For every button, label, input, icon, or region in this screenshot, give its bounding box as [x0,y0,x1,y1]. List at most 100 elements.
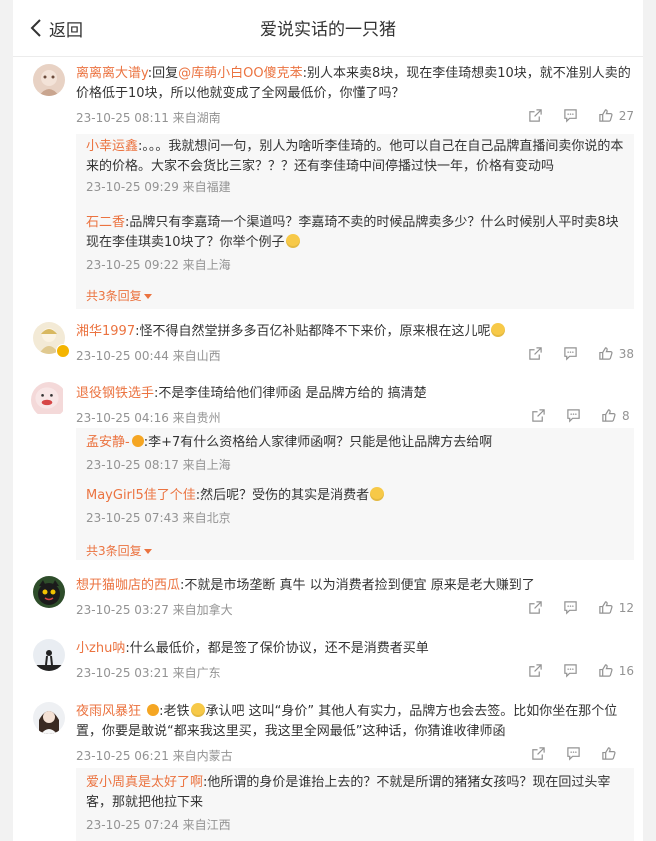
like-count: 27 [618,108,634,123]
comment-actions: 8 [511,408,634,423]
like-count: 12 [618,600,634,615]
caret-down-icon [143,549,152,554]
comment-icon [563,664,577,678]
comment-text: 离离离大谱y:回复@库萌小白OO傻克苯:别人本来卖8块，现在李佳琦想卖10块，就… [76,64,634,104]
comment-icon [567,747,580,761]
share-button[interactable] [528,108,543,123]
username-link[interactable]: 石二香 [86,215,125,230]
like-count: 38 [618,346,634,361]
comment-button[interactable] [563,663,578,678]
reply-item: 小幸运鑫:。。。我就想问一句，别人为啥听李佳琦的。他可以自己在自己品牌直播间卖你… [86,137,624,197]
share-button[interactable] [528,346,543,361]
username-link[interactable]: 小zhu呐 [76,641,125,656]
more-replies-link[interactable]: 共3条回复 [86,542,152,559]
comment-body: :什么最低价，都是签了保价协议，还不是消费者买单 [125,641,429,656]
share-icon [532,747,545,760]
comment-button[interactable] [563,108,578,123]
reply-box: 爱小周真是太好了啊:他所谓的身价是谁抬上去的？不就是所谓的猪猪女孩吗？现在回过头… [76,768,634,841]
comment-icon [567,409,580,423]
reply-box: 小幸运鑫:。。。我就想问一句，别人为啥听李佳琦的。他可以自己在自己品牌直播间卖你… [76,134,634,309]
reply-prefix: :回复 [147,66,179,81]
more-replies-label: 共3条回复 [86,544,142,558]
verified-badge-icon [56,344,70,358]
reply-meta: 23-10-25 07:24 来自江西 [86,818,231,832]
comment-body: :老铁 [159,704,190,719]
reply-meta: 23-10-25 07:43 来自北京 [86,511,231,525]
vip-crown-icon [131,435,144,447]
top-bar: 返回 爱说实话的一只猪 [13,0,643,57]
thumbs-up-icon [598,664,613,677]
share-icon [528,601,542,614]
comment-icon [563,347,577,361]
caret-down-icon [143,294,152,299]
like-button[interactable]: 38 [598,346,634,361]
username-link[interactable]: 想开猫咖店的西瓜 [76,578,180,593]
comment-item: 离离离大谱y:回复@库萌小白OO傻克苯:别人本来卖8块，现在李佳琦想卖10块，就… [13,64,643,134]
thumbs-up-icon [598,347,613,360]
username-link[interactable]: MayGirl5佳了个佳 [86,488,196,503]
more-replies-link[interactable]: 共3条回复 [86,287,152,304]
share-button[interactable] [531,746,546,761]
avatar[interactable] [33,576,65,608]
comment-actions: 12 [508,600,634,615]
username-link[interactable]: 湘华1997 [76,324,135,339]
avatar[interactable] [33,64,65,96]
avatar[interactable] [33,639,65,671]
comment-actions: 16 [508,663,634,678]
comment-button[interactable] [563,600,578,615]
emoji-icon [491,323,506,337]
avatar[interactable] [33,702,65,734]
comment-button[interactable] [563,346,578,361]
comment-icon [563,601,577,615]
reply-box: 孟安静- :李+7有什么资格给人家律师函啊？只能是他让品牌方去给啊 23-10-2… [76,428,634,560]
username-link[interactable]: 小幸运鑫 [86,139,138,154]
like-button[interactable]: 16 [598,663,634,678]
comment-item: 小zhu呐:什么最低价，都是签了保价协议，还不是消费者买单 23-10-25 0… [13,639,643,683]
reply-meta: 23-10-25 08:17 来自上海 [86,458,231,472]
share-icon [528,109,542,122]
reply-meta: 23-10-25 09:29 来自福建 [86,180,231,194]
mention-link[interactable]: @库萌小白OO傻克苯 [178,66,302,81]
thumbs-up-icon [602,747,616,760]
username-link[interactable]: 夜雨风暴狂 [76,704,141,719]
page-title: 爱说实话的一只猪 [260,20,396,40]
vip-crown-icon [147,704,160,716]
reply-item: MayGirl5佳了个佳:然后呢？受伤的其实是消费者 23-10-25 07:4… [86,486,624,528]
comment-item: 湘华1997:怪不得自然堂拼多多百亿补贴都降不下来价，原来根在这儿呢 23-10… [13,322,643,366]
emoji-icon [190,703,205,717]
comment-actions [511,746,634,761]
username-link[interactable]: 爱小周真是太好了啊 [86,775,203,790]
comment-button[interactable] [566,746,581,761]
reply-meta: 23-10-25 09:22 来自上海 [86,258,231,272]
like-button[interactable]: 12 [598,600,634,615]
comment-actions: 27 [508,108,634,123]
reply-body: :然后呢？受伤的其实是消费者 [195,488,370,503]
thumbs-up-icon [602,409,616,422]
emoji-icon [285,234,300,248]
comment-body: :不就是市场垄断 真牛 以为消费者捡到便宜 原来是老大赚到了 [180,578,535,593]
share-icon [528,664,542,677]
reply-item: 爱小周真是太好了啊:他所谓的身价是谁抬上去的？不就是所谓的猪猪女孩吗？现在回过头… [86,773,624,835]
share-button[interactable] [531,408,546,423]
reply-item: 石二香:品牌只有李嘉琦一个渠道吗？李嘉琦不卖的时候品牌卖多少？什么时候别人平时卖… [86,213,624,275]
comment-button[interactable] [566,408,581,423]
thumbs-up-icon [598,601,613,614]
username-link[interactable]: 离离离大谱y [76,66,148,81]
like-button[interactable] [601,746,634,761]
like-count: 8 [622,408,630,423]
reply-body: :李+7有什么资格给人家律师函啊？只能是他让品牌方去给啊 [143,435,493,450]
share-button[interactable] [528,600,543,615]
comment-page: 返回 爱说实话的一只猪 离离离大谱y:回复@库萌小白OO傻克苯:别人本来卖8块，… [13,0,643,841]
like-button[interactable]: 8 [601,408,634,423]
username-link[interactable]: 退役钢铁选手 [76,386,154,401]
like-button[interactable]: 27 [598,108,634,123]
emoji-icon [370,487,385,501]
avatar[interactable] [31,382,67,418]
username-link[interactable]: 孟安静- [86,435,130,450]
comment-body: :怪不得自然堂拼多多百亿补贴都降不下来价，原来根在这儿呢 [135,324,491,339]
share-button[interactable] [528,663,543,678]
like-count: 16 [618,663,634,678]
reply-item: 孟安静- :李+7有什么资格给人家律师函啊？只能是他让品牌方去给啊 23-10-2… [86,433,624,475]
comment-item: 想开猫咖店的西瓜:不就是市场垄断 真牛 以为消费者捡到便宜 原来是老大赚到了 2… [13,576,643,620]
comment-item: 夜雨风暴狂 :老铁 承认吧 这叫“身价” 其他人有实力，品牌方也会去签。比如你坐在… [13,702,643,768]
